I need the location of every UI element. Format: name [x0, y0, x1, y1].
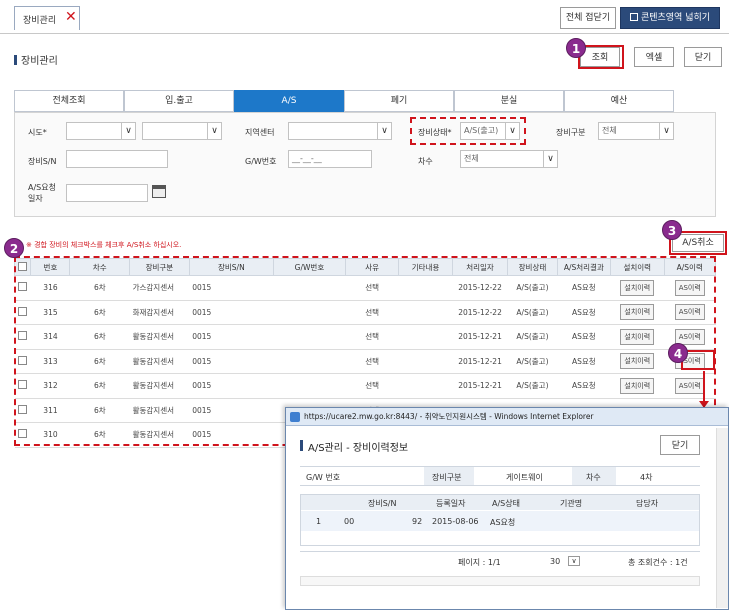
popup-titlebar: https://ucare2.mw.go.kr:8443/ - 취약노인지원시스… [286, 408, 728, 426]
tab-in-out[interactable]: 입.출고 [124, 90, 234, 112]
popup-header-sn: 장비S/N [368, 499, 397, 508]
popup-header-manager: 담당자 [636, 499, 659, 508]
type-label: 장비구분 [556, 128, 586, 137]
popup-row-sn-a: 00 [344, 517, 355, 526]
tab-lost[interactable]: 분실 [454, 90, 564, 112]
page-title: 장비관리 [14, 52, 58, 67]
popup-device-type-label: 장비구분 [432, 473, 462, 482]
excel-button[interactable]: 엑셀 [634, 47, 674, 67]
count-value: 전체 [464, 154, 479, 163]
popup-round-label: 차수 [586, 473, 601, 482]
category-tabs: 전체조회 입.출고 A/S 폐기 분실 예산 [14, 90, 674, 112]
popup-row-status: AS요청 [490, 518, 516, 527]
popup-heading: A/S관리 - 장비이력정보 [308, 443, 409, 454]
chevron-down-icon: ∨ [543, 151, 557, 167]
expand-content-label: 콘텐츠영역 넓히기 [640, 13, 711, 23]
step-badge-2: 2 [4, 238, 24, 258]
tab-as[interactable]: A/S [234, 90, 344, 112]
expand-content-button[interactable]: 콘텐츠영역 넓히기 [620, 7, 720, 29]
notice-text: ※ 경합 장비의 체크박스를 체크후 A/S취소 하십시오. [26, 241, 182, 249]
popup-horizontal-scrollbar[interactable] [300, 576, 700, 586]
popup-vertical-scrollbar[interactable] [716, 428, 728, 608]
region-select[interactable]: ∨ [288, 122, 392, 140]
popup-pager: 페이지 : 1/1 [458, 558, 501, 567]
gw-label: G/W번호 [245, 157, 277, 166]
popup-row-index: 1 [316, 517, 322, 526]
chevron-down-icon[interactable]: ∨ [568, 556, 580, 566]
popup-header-date: 등록일자 [436, 499, 466, 508]
sido-sub-select[interactable]: ∨ [142, 122, 222, 140]
popup-header-org: 기관명 [560, 499, 583, 508]
ie-icon [290, 412, 300, 422]
chevron-down-icon: ∨ [207, 123, 221, 139]
as-date-input[interactable] [66, 184, 148, 202]
tab-disposal[interactable]: 폐기 [344, 90, 454, 112]
heading-marker [300, 440, 303, 451]
sido-label: 시도* [28, 128, 47, 137]
as-date-label: A/S요청 일자 [28, 183, 56, 203]
document-tab[interactable]: 장비관리 ✕ [14, 6, 80, 30]
popup-row-date: 2015-08-06 [432, 517, 479, 526]
status-highlight [410, 117, 526, 145]
tab-budget[interactable]: 예산 [564, 90, 674, 112]
step-badge-1: 1 [566, 38, 586, 58]
chevron-down-icon: ∨ [121, 123, 135, 139]
popup-round-value: 4차 [640, 473, 653, 482]
popup-device-type-value: 게이트웨이 [506, 473, 543, 482]
count-label: 차수 [418, 157, 433, 166]
type-select[interactable]: 전체 ∨ [598, 122, 674, 140]
chevron-down-icon: ∨ [377, 123, 391, 139]
popup-window: https://ucare2.mw.go.kr:8443/ - 취약노인지원시스… [285, 407, 729, 610]
chevron-down-icon: ∨ [659, 123, 673, 139]
type-value: 전체 [602, 126, 617, 135]
gw-input[interactable]: __-__-__ [288, 150, 372, 168]
sn-label: 장비S/N [28, 157, 57, 166]
sn-input[interactable] [66, 150, 168, 168]
popup-page-size[interactable]: 30 [550, 557, 560, 566]
count-select[interactable]: 전체 ∨ [460, 150, 558, 168]
step-badge-3: 3 [662, 220, 682, 240]
popup-total: 총 조회건수 : 1건 [628, 558, 688, 567]
popup-window-title: https://ucare2.mw.go.kr:8443/ - 취약노인지원시스… [304, 412, 594, 421]
tab-all[interactable]: 전체조회 [14, 90, 124, 112]
calendar-icon[interactable] [152, 185, 166, 198]
popup-close-button[interactable]: 닫기 [660, 435, 700, 455]
close-button[interactable]: 닫기 [684, 47, 722, 67]
region-label: 지역센터 [245, 128, 275, 137]
document-tab-label: 장비관리 [23, 16, 57, 26]
popup-header-status: A/S상태 [492, 499, 520, 508]
popup-gw-label: G/W 번호 [306, 473, 341, 482]
expand-icon [629, 13, 638, 21]
collapse-all-button[interactable]: 전체 접닫기 [560, 7, 616, 29]
close-icon[interactable]: ✕ [65, 9, 77, 25]
popup-row-sn-b: 92 [412, 517, 423, 526]
step-badge-4: 4 [668, 343, 688, 363]
sido-select[interactable]: ∨ [66, 122, 136, 140]
